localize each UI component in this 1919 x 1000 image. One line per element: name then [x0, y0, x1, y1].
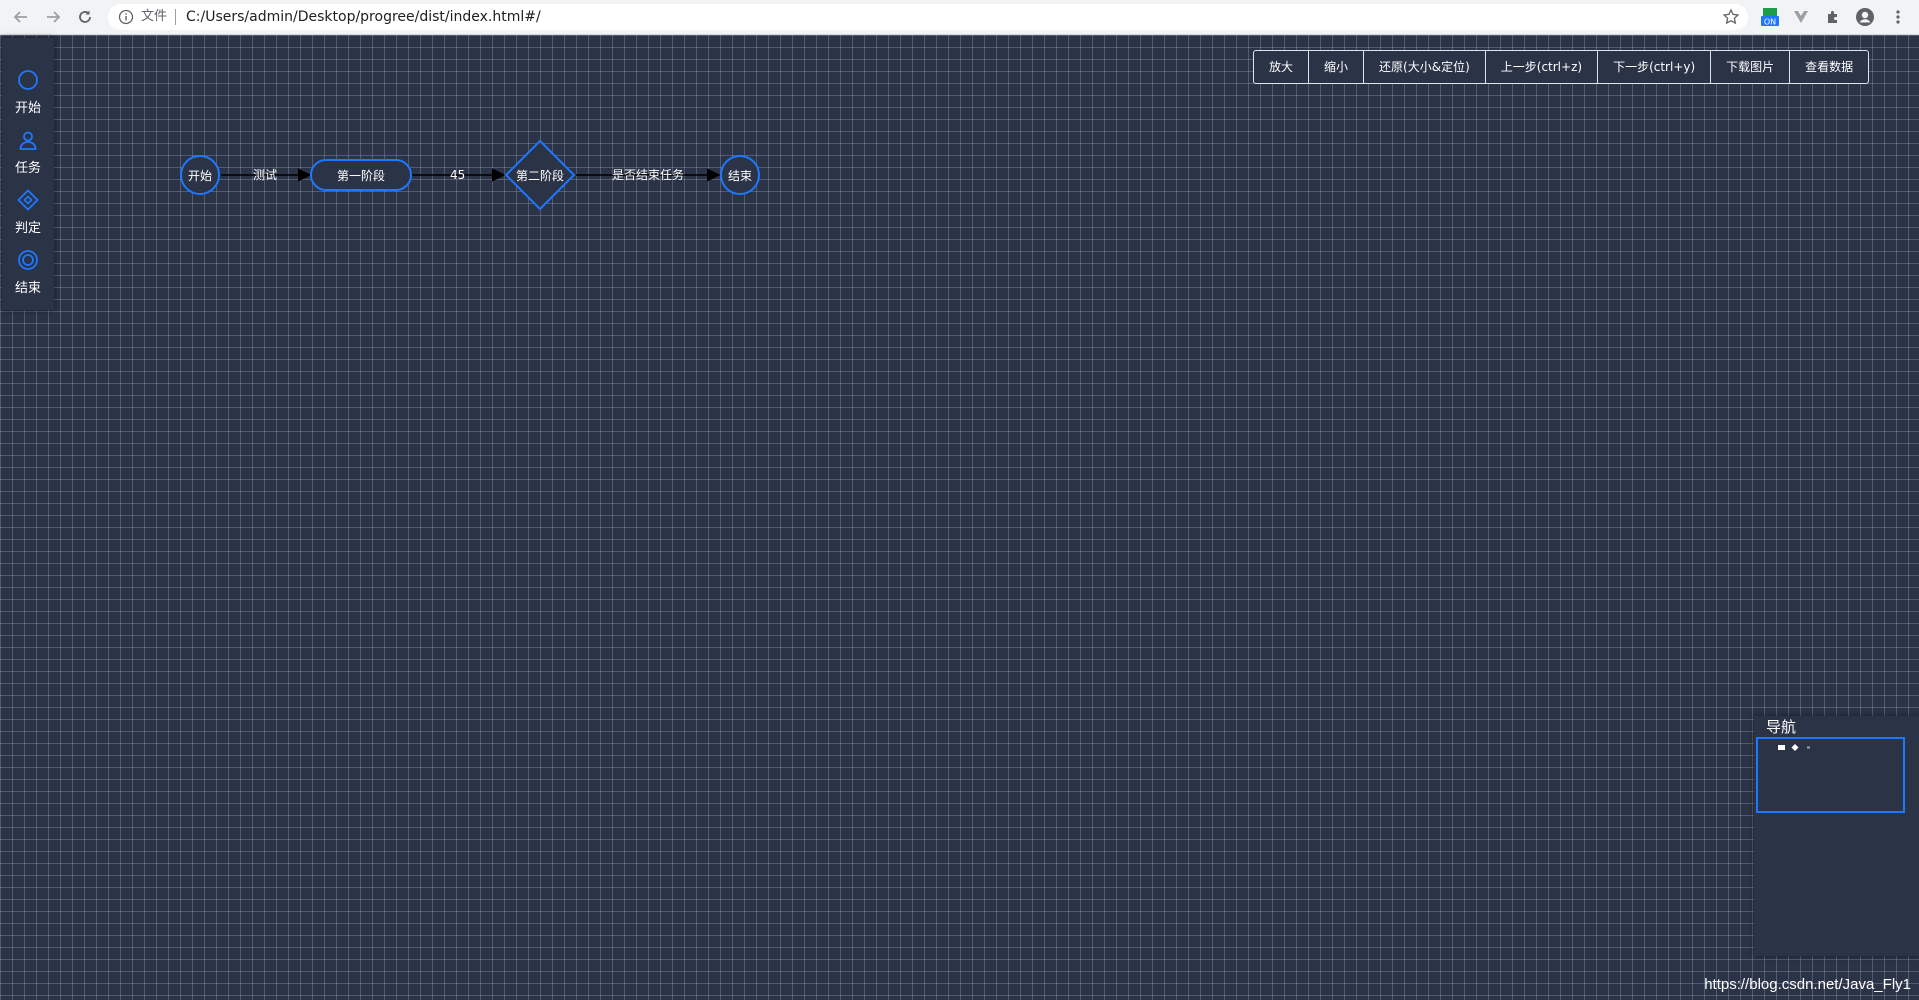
zoom-out-button[interactable]: 缩小 [1309, 51, 1365, 83]
arrow-left-icon [13, 11, 27, 23]
node-decision-label: 第二阶段 [515, 168, 564, 183]
redo-button[interactable]: 下一步(ctrl+y) [1598, 51, 1712, 83]
view-data-button[interactable]: 查看数据 [1790, 51, 1868, 83]
url-text[interactable]: C:/Users/admin/Desktop/progree/dist/inde… [186, 9, 541, 25]
address-separator [175, 9, 176, 25]
more-vertical-icon [1896, 10, 1900, 24]
node-task-stage-one[interactable]: 第一阶段 [310, 159, 412, 191]
palette-label-task: 任务 [14, 161, 41, 176]
reload-button[interactable] [74, 6, 96, 28]
edge-label-start-to-task[interactable]: 测试 [253, 168, 277, 182]
address-bar[interactable]: 文件 C:/Users/admin/Desktop/progree/dist/i… [108, 4, 1748, 30]
flow-canvas[interactable] [0, 35, 1919, 1000]
download-image-button[interactable]: 下载图片 [1711, 51, 1791, 83]
profile-button[interactable] [1855, 7, 1875, 27]
browser-toolbar: 文件 C:/Users/admin/Desktop/progree/dist/i… [0, 0, 1919, 35]
watermark-text: https://blog.csdn.net/Java_Fly1 [1704, 976, 1911, 993]
canvas-toolbar: 放大 缩小 还原(大小&定位) 上一步(ctrl+z) 下一步(ctrl+y) … [1253, 50, 1870, 84]
circle-icon [18, 70, 38, 90]
reload-icon [79, 10, 91, 23]
zoom-in-button[interactable]: 放大 [1254, 51, 1310, 83]
info-icon[interactable] [118, 9, 134, 25]
menu-button[interactable] [1888, 7, 1908, 27]
palette-label-start: 开始 [14, 101, 41, 116]
edge-label-decision-to-end[interactable]: 是否结束任务 [612, 168, 684, 182]
palette-item-end[interactable]: 结束 [2, 247, 54, 303]
minimap-panel: 导航 [1754, 716, 1919, 956]
node-start[interactable]: 开始 [180, 155, 220, 195]
palette-label-decision: 判定 [14, 221, 41, 236]
extension-badge: ON [1764, 18, 1776, 27]
node-task-label: 第一阶段 [336, 168, 385, 183]
minimap-title: 导航 [1766, 718, 1797, 736]
node-end-label: 结束 [727, 168, 752, 183]
node-start-label: 开始 [187, 168, 212, 183]
extension-on-button[interactable]: ON [1760, 7, 1780, 27]
double-circle-icon [18, 250, 38, 270]
vue-icon [1794, 11, 1808, 23]
arrow-right-icon [47, 11, 61, 23]
node-end[interactable]: 结束 [720, 155, 760, 195]
minimap-nodes [1778, 744, 1810, 751]
minimap-viewport[interactable] [1756, 737, 1905, 813]
forward-button[interactable] [42, 6, 64, 28]
edge-label-task-to-decision[interactable]: 45 [450, 168, 465, 182]
user-icon [19, 131, 37, 150]
account-icon [1856, 8, 1874, 26]
diamond-icon [17, 189, 39, 211]
back-button[interactable] [10, 6, 32, 28]
file-scheme-label: 文件 [141, 9, 168, 24]
extension-on-icon: ON [1761, 8, 1779, 27]
palette-item-task[interactable]: 任务 [2, 127, 54, 183]
extensions-button[interactable] [1823, 7, 1843, 27]
palette-item-decision[interactable]: 判定 [2, 187, 54, 243]
vue-devtools-button[interactable] [1791, 7, 1811, 27]
star-icon[interactable] [1722, 8, 1740, 26]
node-decision[interactable]: 第二阶段 [504, 139, 576, 211]
palette-item-start[interactable]: 开始 [2, 67, 54, 123]
reset-view-button[interactable]: 还原(大小&定位) [1364, 51, 1486, 83]
palette-label-end: 结束 [14, 281, 41, 296]
puzzle-icon [1828, 11, 1837, 23]
undo-button[interactable]: 上一步(ctrl+z) [1486, 51, 1599, 83]
node-palette: 开始 任务 判定 结束 [2, 38, 54, 310]
